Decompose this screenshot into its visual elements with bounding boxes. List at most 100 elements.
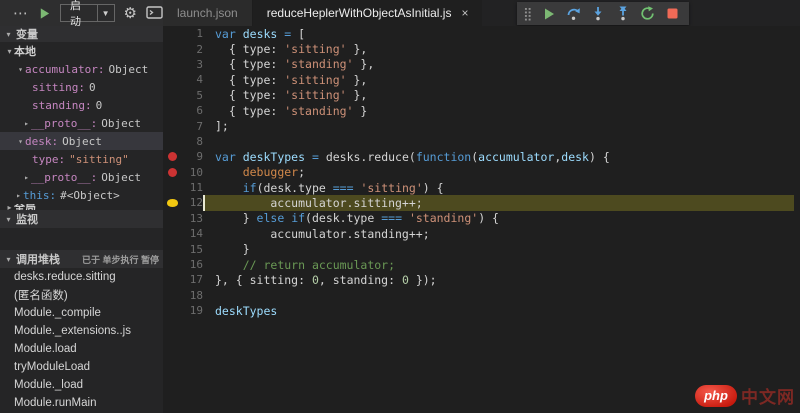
watermark-label: 中文网 <box>741 388 795 407</box>
breakpoint-gutter[interactable] <box>163 103 181 118</box>
code-content: var deskTypes = desks.reduce(function(ac… <box>203 149 794 164</box>
code-line[interactable]: 16 // return accumulator; <box>163 257 800 272</box>
variable-row[interactable]: ▾ desk: Object <box>0 132 163 150</box>
callstack-frame[interactable]: (匿名函数) <box>0 286 163 304</box>
stop-icon[interactable] <box>662 4 683 24</box>
line-number: 18 <box>189 288 203 302</box>
callstack-frame[interactable]: Module._extensions..js <box>0 322 163 340</box>
callstack-frame[interactable]: tryModuleLoad <box>0 358 163 376</box>
tab-launch-json[interactable]: launch.json <box>163 0 253 26</box>
breakpoint-gutter[interactable] <box>163 241 181 256</box>
breakpoint-gutter[interactable] <box>163 88 181 103</box>
breakpoint-gutter[interactable] <box>163 57 181 72</box>
code-content: }, { sitting: 0, standing: 0 }); <box>203 272 794 287</box>
code-line[interactable]: 2 { type: 'sitting' }, <box>163 41 800 56</box>
step-into-icon[interactable] <box>588 4 609 24</box>
code-line[interactable]: 17}, { sitting: 0, standing: 0 }); <box>163 272 800 287</box>
callstack-list: desks.reduce.sitting (匿名函数) Module._compil… <box>0 268 163 412</box>
chevron-collapsed-icon[interactable]: ▸ <box>22 119 31 128</box>
breakpoint-gutter[interactable] <box>163 149 181 164</box>
debug-console-icon[interactable] <box>146 5 163 21</box>
step-out-icon[interactable] <box>613 4 634 24</box>
breakpoint-gutter[interactable] <box>163 180 181 195</box>
code-line[interactable]: 7]; <box>163 118 800 133</box>
breakpoint-icon[interactable] <box>167 152 177 162</box>
callstack-frame[interactable]: Module.load <box>0 340 163 358</box>
variable-row[interactable]: type: "sitting" <box>0 150 163 168</box>
chevron-expanded-icon[interactable]: ▾ <box>16 65 25 74</box>
breakpoint-gutter[interactable] <box>163 226 181 241</box>
breakpoint-gutter[interactable] <box>163 72 181 87</box>
code-line[interactable]: 19 deskTypes <box>163 303 800 318</box>
chevron-expanded-icon[interactable]: ▾ <box>5 47 14 56</box>
chevron-collapsed-icon[interactable]: ▸ <box>14 191 23 200</box>
watch-body[interactable] <box>0 228 163 250</box>
breakpoint-gutter[interactable] <box>163 134 181 149</box>
code-line[interactable]: 12 accumulator.sitting++; <box>163 195 800 211</box>
code-line[interactable]: 6 { type: 'standing' } <box>163 103 800 118</box>
variable-row[interactable]: ▾ 本地 <box>0 42 163 60</box>
variable-value: "sitting" <box>69 152 129 166</box>
code-line[interactable]: 3 { type: 'standing' }, <box>163 57 800 72</box>
start-debug-icon[interactable] <box>38 7 51 20</box>
callstack-frame[interactable]: Module.runMain <box>0 394 163 412</box>
code-line[interactable]: 14 accumulator.standing++; <box>163 226 800 241</box>
breakpoint-gutter[interactable] <box>163 195 181 210</box>
callstack-frame[interactable]: Module._load <box>0 376 163 394</box>
php-logo: php <box>695 384 737 407</box>
code-token: var <box>215 149 236 164</box>
breakpoint-gutter[interactable] <box>163 26 181 41</box>
breakpoint-gutter[interactable] <box>163 288 181 303</box>
code-line[interactable]: 4 { type: 'sitting' }, <box>163 72 800 87</box>
variables-section-header[interactable]: ▾ 变量 <box>0 26 163 42</box>
chevron-collapsed-icon[interactable]: ▸ <box>5 204 14 210</box>
code-token: , <box>554 149 562 164</box>
restart-icon[interactable] <box>638 4 659 24</box>
breakpoint-gutter[interactable] <box>163 211 181 226</box>
code-content: } else if (desk.type === 'standing') { <box>203 211 794 226</box>
variable-row[interactable]: standing: 0 <box>0 96 163 114</box>
continue-icon[interactable] <box>539 4 560 24</box>
tab-reduce-helper-js[interactable]: reduceHeplerWithObjectAsInitial.js × <box>252 0 483 26</box>
code-line[interactable]: 9 var deskTypes = desks.reduce(function(a… <box>163 149 800 164</box>
close-icon[interactable]: × <box>461 6 468 20</box>
code-line[interactable]: 1 var desks = [ <box>163 26 800 41</box>
watch-section-header[interactable]: ▾ 监视 <box>0 210 163 228</box>
code-line[interactable]: 8 <box>163 134 800 149</box>
more-actions-icon[interactable]: ⋯ <box>13 6 29 21</box>
code-line[interactable]: 13 } else if (desk.type === 'standing') { <box>163 211 800 226</box>
breakpoint-gutter[interactable] <box>163 118 181 133</box>
step-over-icon[interactable] <box>563 4 584 24</box>
callstack-section-header[interactable]: ▾ 调用堆栈 已于 单步执行 暂停 <box>0 250 163 268</box>
breakpoint-gutter[interactable] <box>163 303 181 318</box>
code-token: { type: <box>215 72 285 87</box>
chevron-expanded-icon[interactable]: ▾ <box>16 137 25 146</box>
launch-config-dropdown[interactable]: 启动 ▼ <box>60 0 115 28</box>
code-line[interactable]: 11 if (desk.type === 'sitting') { <box>163 180 800 195</box>
callstack-frame[interactable]: desks.reduce.sitting <box>0 268 163 286</box>
variable-row[interactable]: ▸ __proto__: Object <box>0 114 163 132</box>
breakpoint-gutter[interactable] <box>163 165 181 180</box>
variable-row[interactable]: sitting: 0 <box>0 78 163 96</box>
drag-grip-icon[interactable]: ⣿ <box>523 6 533 22</box>
breakpoint-gutter[interactable] <box>163 257 181 272</box>
callstack-frame[interactable]: Module._compile <box>0 304 163 322</box>
breakpoint-icon[interactable] <box>167 167 177 177</box>
variable-row[interactable]: ▸ __proto__: Object <box>0 168 163 186</box>
code-line[interactable]: 5 { type: 'sitting' }, <box>163 88 800 103</box>
code-line[interactable]: 15 } <box>163 241 800 256</box>
variable-row[interactable]: ▾ accumulator: Object <box>0 60 163 78</box>
code-editor[interactable]: 1 var desks = [2 { type: 'sitting' }, 3 { … <box>163 26 800 413</box>
code-line[interactable]: 10 debugger; <box>163 165 800 180</box>
chevron-collapsed-icon[interactable]: ▸ <box>22 173 31 182</box>
breakpoint-gutter[interactable] <box>163 272 181 287</box>
paused-status-badge: 已于 单步执行 暂停 <box>81 254 159 265</box>
gear-icon[interactable]: ⚙ <box>124 6 137 21</box>
code-token: if <box>291 211 306 226</box>
breakpoint-gutter[interactable] <box>163 41 181 56</box>
variable-row[interactable]: ▸ this: #<Object> <box>0 186 163 204</box>
code-line[interactable]: 18 <box>163 288 800 303</box>
